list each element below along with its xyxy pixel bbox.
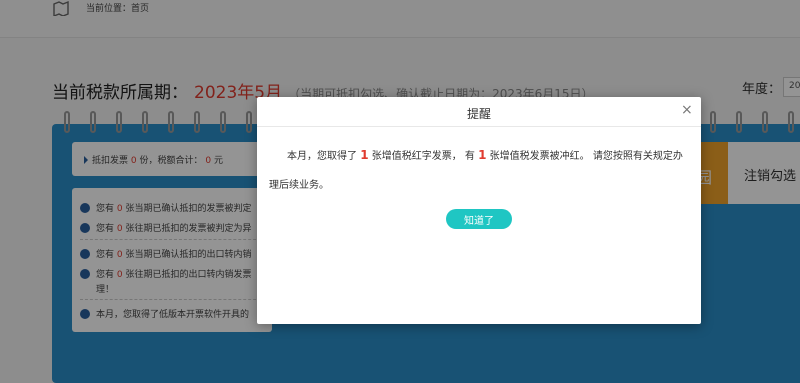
reminder-dialog: 提醒 × 本月，您取得了 1 张增值税红字发票， 有 1 张增值税发票被冲红。 … bbox=[257, 97, 701, 324]
message-part: 本月，您取得了 bbox=[287, 151, 357, 162]
dialog-message: 本月，您取得了 1 张增值税红字发票， 有 1 张增值税发票被冲红。 请您按照有… bbox=[269, 141, 694, 200]
red-invoice-count: 1 bbox=[360, 148, 369, 162]
message-part: 张增值税发票被冲红。 请您按照有关规定办 bbox=[489, 151, 683, 162]
acknowledge-button[interactable]: 知道了 bbox=[446, 209, 512, 229]
message-part: 张增值税红字发票， 有 bbox=[371, 151, 475, 162]
dialog-header: 提醒 × bbox=[257, 97, 701, 127]
message-part: 理后续业务。 bbox=[269, 180, 329, 191]
close-icon[interactable]: × bbox=[681, 103, 693, 117]
reversed-invoice-count: 1 bbox=[478, 148, 487, 162]
dialog-title: 提醒 bbox=[466, 107, 491, 121]
